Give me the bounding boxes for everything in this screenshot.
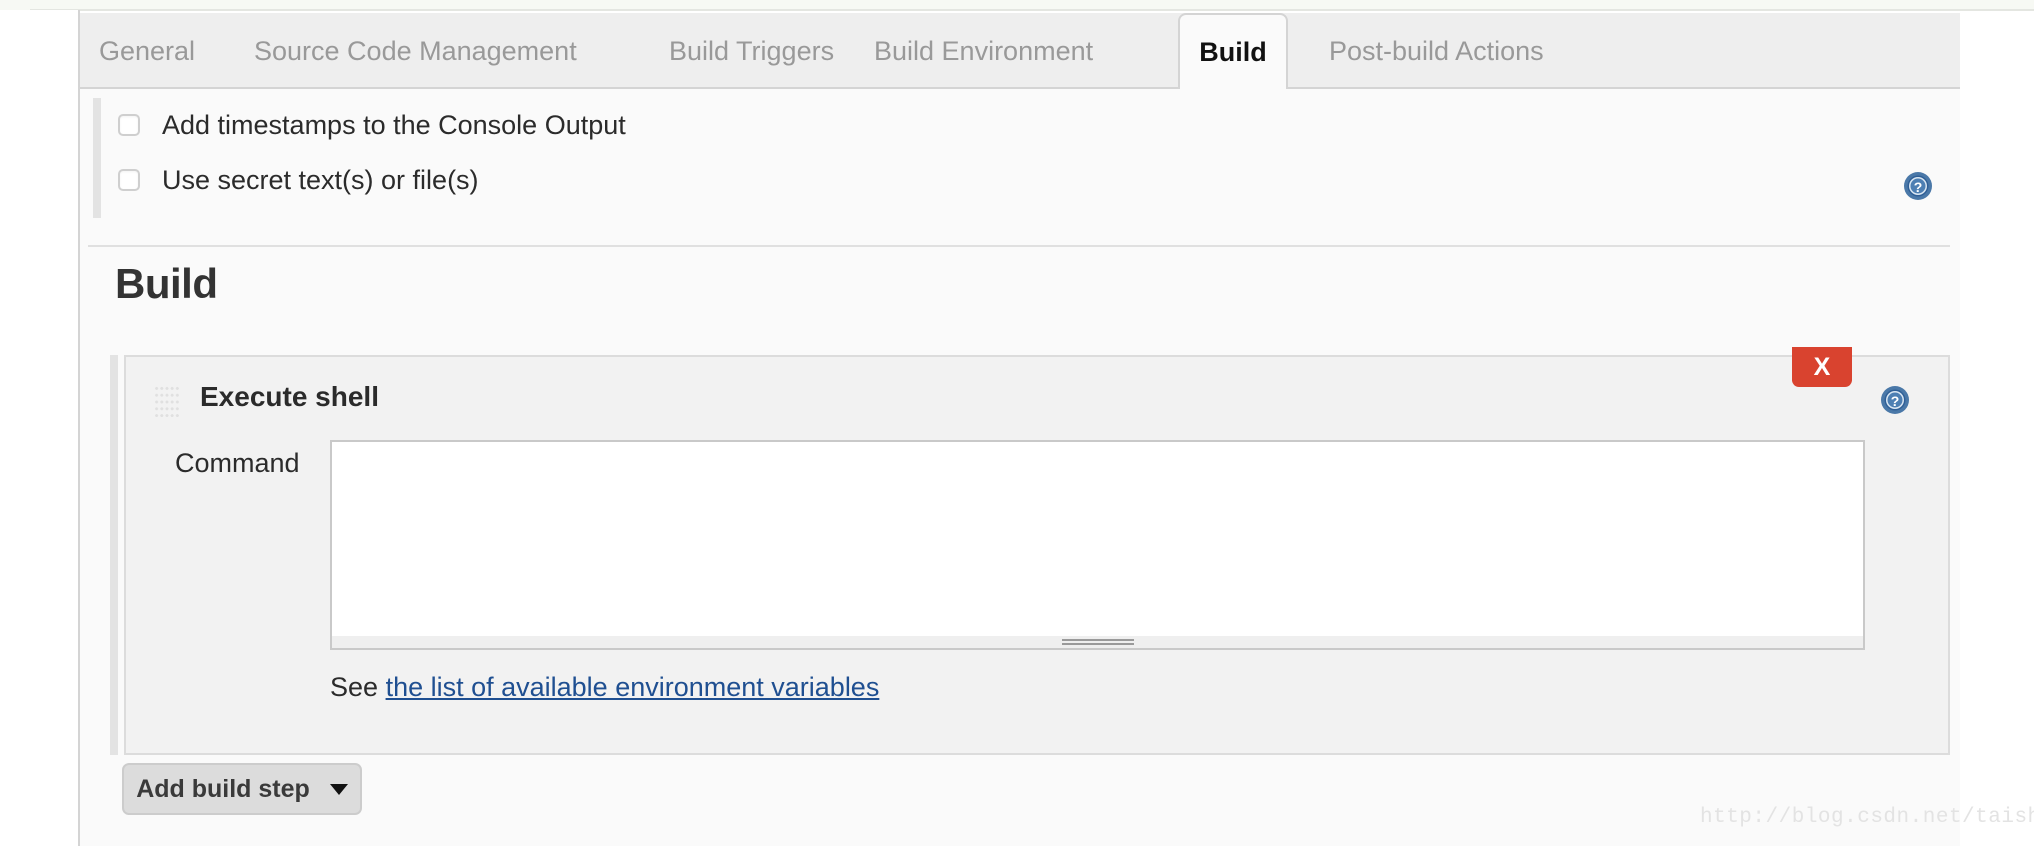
env-prefix-text: See [330,672,379,702]
config-tabbar: General Source Code Management Build Tri… [80,13,1960,91]
svg-text:?: ? [1914,179,1923,195]
build-step-indent-bar [110,355,118,755]
add-timestamps-label: Add timestamps to the Console Output [162,109,626,140]
watermark: http://blog.csdn.net/taishanduba [1700,806,2034,829]
build-env-indent-bar [93,98,101,218]
add-build-step-button[interactable]: Add build step [122,763,362,815]
help-icon[interactable]: ? [1903,171,1933,201]
use-secret-text-label: Use secret text(s) or file(s) [162,164,479,195]
environment-variables-link[interactable]: the list of available environment variab… [386,672,880,702]
build-step-title: Execute shell [200,381,379,412]
delete-build-step-button[interactable]: X [1792,347,1852,387]
add-build-step-label: Add build step [136,774,310,803]
checkbox-row-use-secret-text[interactable]: Use secret text(s) or file(s) [118,163,479,197]
help-icon[interactable]: ? [1880,385,1910,415]
command-label: Command [175,448,300,478]
tab-build-triggers[interactable]: Build Triggers [665,13,838,89]
tab-post-build-actions[interactable]: Post-build Actions [1325,13,1548,89]
resize-grip-icon [1061,639,1134,645]
tab-build-environment[interactable]: Build Environment [870,13,1097,89]
page-left-gutter [0,10,78,846]
tab-build[interactable]: Build [1178,13,1288,91]
svg-text:?: ? [1891,393,1900,409]
add-timestamps-checkbox[interactable] [118,114,140,136]
tab-source-code-management[interactable]: Source Code Management [250,13,581,89]
page-top-strip [0,0,2034,11]
top-strip-divider [30,9,2034,11]
jenkins-config-page: General Source Code Management Build Tri… [0,0,2034,846]
drag-handle-icon[interactable] [154,385,180,419]
environment-variables-line: See the list of available environment va… [330,672,879,703]
command-resize-handle[interactable] [330,636,1865,650]
command-input[interactable] [330,440,1865,638]
chevron-down-icon [329,783,348,795]
use-secret-text-checkbox[interactable] [118,169,140,191]
tab-general[interactable]: General [95,13,199,89]
section-divider [88,245,1950,247]
page-title: Build [115,260,218,307]
checkbox-row-add-timestamps[interactable]: Add timestamps to the Console Output [118,108,626,142]
